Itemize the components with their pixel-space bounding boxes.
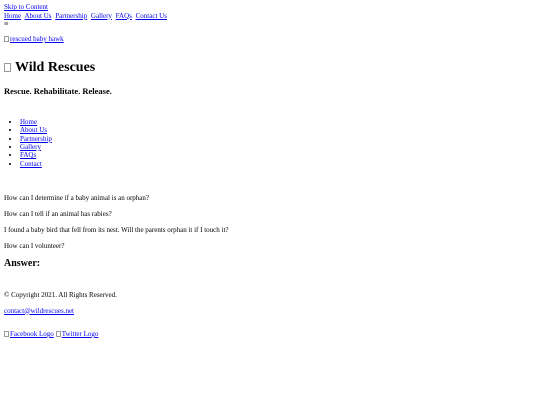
hero-image-link[interactable]: rescued baby hawk — [4, 35, 64, 44]
main-nav-item: Partnership — [20, 135, 534, 143]
faq-list: How can I determine if a baby animal is … — [4, 194, 534, 250]
site-title: Wild Rescues — [4, 60, 534, 76]
main-nav-about-us[interactable]: About Us — [20, 126, 47, 134]
page: Skip to Content Home About Us Partnershi… — [4, 3, 534, 338]
main-nav-gallery[interactable]: Gallery — [20, 143, 41, 151]
logo-broken-image-icon — [4, 63, 11, 73]
top-nav-gallery[interactable]: Gallery — [91, 12, 112, 20]
main-nav-contact[interactable]: Contact — [20, 160, 42, 168]
main-nav-partnership[interactable]: Partnership — [20, 135, 52, 143]
site-tagline: Rescue. Rehabilitate. Release. — [4, 85, 112, 96]
top-nav: Home About Us Partnership Gallery FAQs C… — [4, 12, 534, 21]
main-nav-item: Contact — [20, 160, 534, 168]
copyright-text: © Copyright 2021. All Rights Reserved. — [4, 291, 117, 300]
main-nav-item: Home — [20, 118, 534, 126]
hamburger-icon[interactable]: ≡ — [4, 20, 534, 28]
answer-heading: Answer: — [4, 258, 41, 270]
top-nav-contact-us[interactable]: Contact Us — [136, 12, 167, 20]
broken-image-icon — [4, 36, 9, 43]
top-nav-faqs[interactable]: FAQs — [116, 12, 132, 20]
faq-question[interactable]: How can I determine if a baby animal is … — [4, 194, 534, 202]
top-nav-partnership[interactable]: Partnership — [55, 12, 87, 20]
social-links: Facebook Logo Twitter Logo — [4, 330, 534, 338]
skip-to-content-link[interactable]: Skip to Content — [4, 3, 534, 12]
footer: © Copyright 2021. All Rights Reserved. c… — [4, 291, 534, 338]
contact-email-link[interactable]: contact@wildrescues.net — [4, 307, 534, 315]
facebook-link[interactable]: Facebook Logo — [4, 330, 54, 338]
main-nav: Home About Us Partnership Gallery FAQs C… — [4, 118, 534, 168]
site-title-text: Wild Rescues — [15, 59, 96, 75]
faq-question[interactable]: I found a baby bird that fell from its n… — [4, 226, 534, 234]
main-nav-item: Gallery — [20, 143, 534, 151]
main-nav-home[interactable]: Home — [20, 118, 37, 126]
faq-question[interactable]: How can I tell if an animal has rabies? — [4, 210, 534, 218]
twitter-alt-text: Twitter Logo — [61, 330, 99, 338]
facebook-alt-text: Facebook Logo — [10, 330, 54, 338]
main-nav-faqs[interactable]: FAQs — [20, 151, 36, 159]
twitter-broken-image-icon — [55, 331, 61, 338]
top-nav-about-us[interactable]: About Us — [24, 12, 51, 20]
twitter-link[interactable]: Twitter Logo — [55, 330, 99, 338]
main-nav-item: FAQs — [20, 151, 534, 159]
main-nav-item: About Us — [20, 126, 534, 134]
hero-image-alt-text: rescued baby hawk — [10, 35, 64, 43]
faq-question[interactable]: How can I volunteer? — [4, 242, 534, 250]
facebook-broken-image-icon — [4, 331, 9, 338]
